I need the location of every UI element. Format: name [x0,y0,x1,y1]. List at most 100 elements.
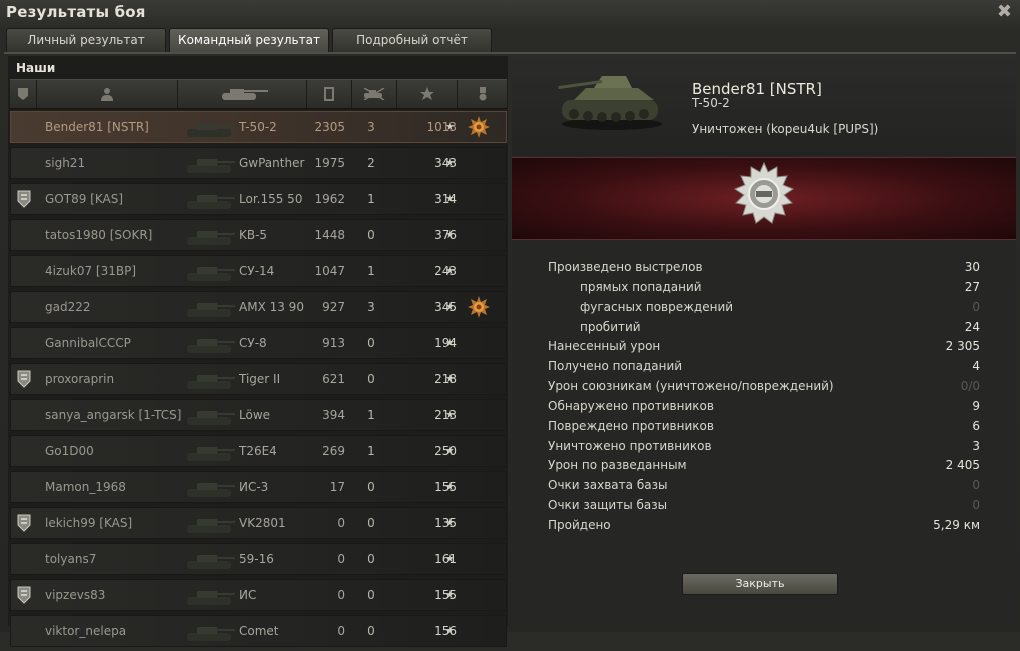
tank-silhouette-icon [187,591,235,605]
team-player-row[interactable]: proxoraprin Tiger II 621 0 218 ★ [10,363,507,395]
team-title: Наши [16,61,56,75]
stat-label: Повреждено противников [548,418,714,433]
team-player-row[interactable]: tatos1980 [SOKR] KB-5 1448 0 376 ★ [10,219,507,251]
star-icon: ★ [445,588,455,601]
stat-row: Нанесенный урон 2 305 [548,339,980,359]
team-table-header [10,79,507,109]
player-damage: 250 [434,444,457,458]
damage-star-icon[interactable] [397,80,458,108]
player-xp: 913 [322,336,345,350]
player-name: Go1D00 [45,444,94,458]
tank-name: СУ-8 [239,336,267,350]
stat-label: Уничтожено противников [548,438,712,453]
stat-label: Произведено выстрелов [548,260,703,274]
player-damage: 314 [434,192,457,206]
player-name: Mamon_1968 [45,480,126,494]
tank-silhouette-icon [187,123,235,137]
stat-value: 24 [964,319,980,334]
tank-icon[interactable] [178,80,307,108]
player-name: GannibalCCCP [45,336,131,350]
player-xp: 0 [337,552,345,566]
stat-label: Урон союзникам (уничтожено/повреждений) [548,379,834,394]
stat-value: 30 [964,260,980,274]
player-xp: 0 [337,624,345,638]
player-name: Bender81 [NSTR] [45,120,149,134]
tank-silhouette-icon [187,555,235,569]
stat-value: 2 405 [945,458,980,473]
player-xp: 0 [337,516,345,530]
player-icon[interactable] [37,80,178,108]
player-kills: 0 [367,516,375,530]
stat-value: 9 [972,398,980,413]
player-xp: 269 [322,444,345,458]
stat-value: 0 [972,498,980,513]
player-damage: 155 [434,480,457,494]
player-xp: 1448 [314,228,345,242]
medal-icon[interactable] [458,80,507,108]
stat-value: 6 [972,418,980,433]
close-icon[interactable]: ✖ [997,1,1012,22]
tank-name: Löwe [239,408,271,422]
player-damage: 156 [434,624,457,638]
tab-underline [4,52,1016,54]
player-xp: 927 [322,300,345,314]
tab-team-result[interactable]: Командный результат [169,28,329,52]
achievement-banner [512,157,1016,240]
team-player-row[interactable]: GannibalCCCP СУ-8 913 0 194 ★ [10,327,507,359]
stat-label: Очки захвата базы [548,478,668,493]
team-player-row[interactable]: 4izuk07 [31BP] СУ-14 1047 1 243 ★ [10,255,507,287]
tab-personal-result[interactable]: Личный результат [6,28,166,52]
player-kills: 0 [367,624,375,638]
star-icon: ★ [445,336,455,349]
team-player-row[interactable]: vipzevs83 ИС 0 0 155 ★ [10,579,507,611]
tank-name: ИС [239,588,257,602]
stat-row: Очки захвата базы 0 [548,478,980,498]
star-icon: ★ [445,444,455,457]
stat-value: 4 [972,359,980,374]
player-damage: 243 [434,264,457,278]
team-player-row[interactable]: gad222 AMX 13 90 927 3 345 ★ [10,291,507,323]
tank-silhouette-icon [187,339,235,353]
star-icon: ★ [445,192,455,205]
player-damage: 218 [434,372,457,386]
star-icon: ★ [445,156,455,169]
player-xp: 17 [329,480,345,494]
player-damage: 1013 [426,120,457,134]
player-name: 4izuk07 [31BP] [45,264,137,278]
team-player-row[interactable]: tolyans7 59-16 0 0 161 ★ [10,543,507,575]
team-player-row[interactable]: Go1D00 T26E4 269 1 250 ★ [10,435,507,467]
stat-value: 2 305 [945,339,980,354]
close-button[interactable]: Закрыть [682,573,838,595]
player-name: viktor_nelepa [45,624,127,638]
stat-label: пробитий [580,319,641,334]
stat-row: пробитий 24 [548,320,980,340]
stat-label: Получено попаданий [548,359,683,374]
achievement-badge-icon [733,162,795,224]
stat-label: Очки защиты базы [548,498,668,513]
stat-value: 0/0 [960,379,980,394]
battle-results-window: Результаты боя ✖ Личный результат Команд… [0,0,1020,647]
player-kills: 0 [367,588,375,602]
tank-name: 59-16 [239,552,274,566]
player-kills: 3 [367,120,375,134]
team-player-row[interactable]: GOT89 [KAS] Lor.155 50 1962 1 314 ★ [10,183,507,215]
team-player-row[interactable]: sanya_angarsk [1-TCS] Löwe 394 1 213 ★ [10,399,507,431]
team-player-row[interactable]: sigh21 GwPanther 1975 2 343 ★ [10,147,507,179]
stat-label: Нанесенный урон [548,339,661,354]
team-player-row[interactable]: Bender81 [NSTR] T-50-2 2305 3 1013 ★ [10,111,507,143]
player-damage: 345 [434,300,457,314]
tank-name: Tiger II [239,372,281,386]
team-player-row[interactable]: Mamon_1968 ИС-3 17 0 155 ★ [10,471,507,503]
rank-icon[interactable] [10,80,37,108]
tank-name: VK2801 [239,516,286,530]
star-icon: ★ [445,228,455,241]
tab-detailed-report[interactable]: Подробный отчёт [332,28,492,52]
xp-icon[interactable] [307,80,352,108]
star-icon: ★ [445,300,455,313]
player-name: vipzevs83 [45,588,106,602]
kills-icon[interactable] [352,80,397,108]
team-player-row[interactable]: viktor_nelepa Comet 0 0 156 ★ [10,615,507,647]
player-status: Уничтожен (kopeu4uk [PUPS]) [692,122,879,136]
team-player-row[interactable]: lekich99 [KAS] VK2801 0 0 135 ★ [10,507,507,539]
stat-label: Пройдено [548,517,611,532]
